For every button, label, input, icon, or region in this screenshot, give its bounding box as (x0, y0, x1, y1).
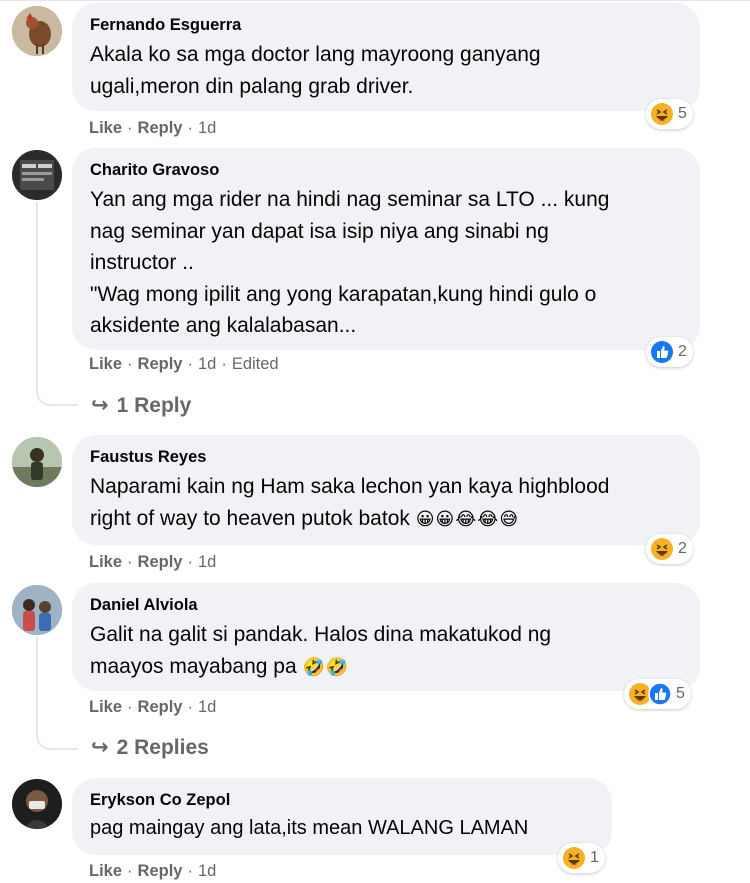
comment-timestamp[interactable]: 1d (198, 698, 216, 716)
reaction-count: 2 (678, 540, 687, 557)
haha-reaction-icon (650, 537, 674, 561)
like-button[interactable]: Like (89, 355, 122, 373)
reaction-summary[interactable]: 2 (646, 337, 693, 367)
like-button[interactable]: Like (89, 119, 122, 137)
like-button[interactable]: Like (89, 862, 122, 880)
comment-bubble: Charito Gravoso Yan ang mga rider na hin… (72, 148, 700, 350)
separator-dot: · (187, 355, 193, 373)
comment-author[interactable]: Daniel Alviola (90, 595, 682, 615)
haha-reaction-icon (562, 846, 586, 870)
comment-author[interactable]: Faustus Reyes (90, 447, 682, 467)
like-button[interactable]: Like (89, 553, 122, 571)
avatar[interactable] (12, 150, 62, 200)
reaction-count: 1 (590, 849, 599, 866)
separator-dot: · (127, 862, 133, 880)
comment-text: pag maingay ang lata,its mean WALANG LAM… (90, 817, 529, 839)
reply-arrow-icon: ↪ (91, 736, 109, 759)
reply-arrow-icon: ↪ (91, 394, 109, 417)
comment-text: Yan ang mga rider na hindi nag seminar s… (90, 188, 610, 337)
like-reaction-icon (650, 340, 674, 364)
reply-button[interactable]: Reply (138, 119, 183, 137)
avatar[interactable] (12, 779, 62, 829)
comment-author[interactable]: Charito Gravoso (90, 160, 682, 180)
comment-author[interactable]: Fernando Esguerra (90, 15, 682, 35)
reply-button[interactable]: Reply (138, 553, 183, 571)
reaction-count: 5 (678, 105, 687, 122)
reaction-count: 5 (676, 685, 685, 702)
reaction-summary[interactable]: 5 (646, 99, 693, 129)
avatar[interactable] (12, 437, 62, 487)
comment-timestamp[interactable]: 1d (198, 862, 216, 880)
comment-actions: Like · Reply · 1d · Edited (89, 354, 279, 374)
separator-dot: · (187, 553, 193, 571)
view-replies-link[interactable]: ↪ 1 Reply (91, 393, 191, 419)
comment-text: Naparami kain ng Ham saka lechon yan kay… (90, 471, 682, 535)
haha-reaction-icon (650, 102, 674, 126)
comment-actions: Like · Reply · 1d (89, 861, 216, 881)
emoji-string: 😀😀😂😂😅 (415, 508, 520, 529)
comment-text-body: Naparami kain ng Ham saka lechon yan kay… (90, 475, 610, 530)
separator-dot: · (127, 119, 133, 137)
replies-count-label: 1 Reply (116, 394, 192, 417)
reaction-summary[interactable]: 1 (558, 843, 605, 873)
comment-bubble: Fernando Esguerra Akala ko sa mga doctor… (72, 3, 700, 111)
replies-count-label: 2 Replies (116, 736, 209, 759)
comment-timestamp[interactable]: 1d (198, 553, 216, 571)
separator-dot: · (187, 698, 193, 716)
reply-button[interactable]: Reply (138, 698, 183, 716)
comment-actions: Like · Reply · 1d (89, 697, 216, 717)
avatar[interactable] (12, 585, 62, 635)
edited-label[interactable]: Edited (232, 355, 279, 373)
comment-text: Akala ko sa mga doctor lang mayroong gan… (90, 43, 541, 98)
emoji-string: 🤣🤣 (302, 656, 350, 677)
separator-dot: · (127, 553, 133, 571)
comment-bubble: Erykson Co Zepol pag maingay ang lata,it… (72, 778, 612, 855)
comment-bubble: Daniel Alviola Galit na galit si pandak.… (72, 583, 700, 691)
like-button[interactable]: Like (89, 698, 122, 716)
view-replies-link[interactable]: ↪ 2 Replies (91, 735, 209, 761)
comment-text: Galit na galit si pandak. Halos dina mak… (90, 619, 682, 683)
avatar[interactable] (12, 6, 62, 56)
comment-bubble: Faustus Reyes Naparami kain ng Ham saka … (72, 435, 700, 545)
comment-actions: Like · Reply · 1d (89, 118, 216, 138)
separator-dot: · (187, 862, 193, 880)
comment-timestamp[interactable]: 1d (198, 119, 216, 137)
reply-button[interactable]: Reply (138, 862, 183, 880)
reaction-count: 2 (678, 343, 687, 360)
top-divider (0, 0, 750, 1)
like-reaction-icon (648, 682, 672, 706)
separator-dot: · (221, 355, 227, 373)
separator-dot: · (127, 698, 133, 716)
comment-author[interactable]: Erykson Co Zepol (90, 790, 594, 810)
reaction-summary[interactable]: 5 (624, 679, 691, 709)
reply-button[interactable]: Reply (138, 355, 183, 373)
separator-dot: · (127, 355, 133, 373)
comment-actions: Like · Reply · 1d (89, 552, 216, 572)
comment-timestamp[interactable]: 1d (198, 355, 216, 373)
reaction-summary[interactable]: 2 (646, 534, 693, 564)
separator-dot: · (187, 119, 193, 137)
